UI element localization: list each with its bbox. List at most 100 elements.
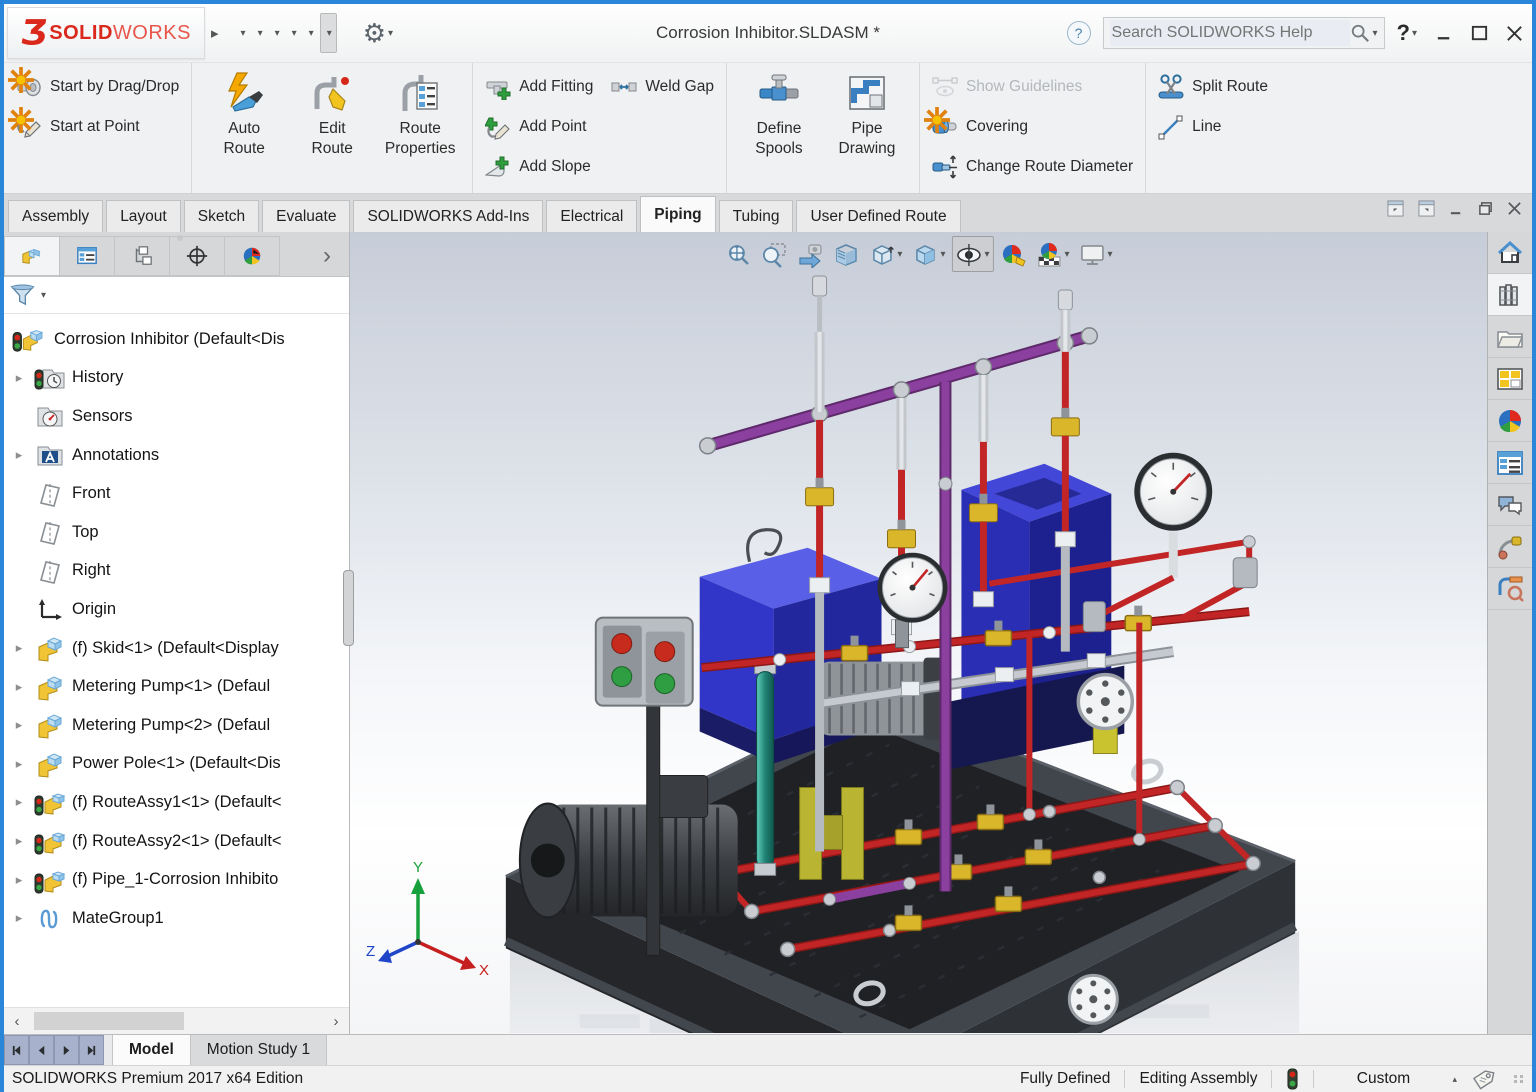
doc-minimize-icon[interactable] — [1449, 201, 1464, 216]
search-icon[interactable] — [1350, 23, 1370, 43]
tab-piping[interactable]: Piping — [640, 196, 715, 232]
pipe-drawing-button[interactable]: Pipe Drawing — [823, 67, 911, 159]
auto-route-button[interactable]: Auto Route — [200, 67, 288, 159]
pane-next-icon[interactable] — [1418, 200, 1435, 217]
rebuild-button[interactable] — [339, 14, 347, 52]
tab-electrical[interactable]: Electrical — [546, 200, 637, 232]
doc-close-icon[interactable] — [1507, 201, 1522, 216]
model-pressure-gauge-1[interactable] — [878, 553, 948, 648]
split-route-button[interactable]: Split Route — [1154, 67, 1272, 107]
caret-icon[interactable]: ▾ — [275, 28, 280, 39]
add-fitting-button[interactable]: Add Fitting — [485, 74, 593, 100]
view-orientation-button[interactable]: ▾ — [865, 237, 905, 271]
file-explorer-button[interactable] — [1488, 316, 1532, 358]
zoom-to-area-button[interactable] — [757, 237, 790, 271]
resources-home-button[interactable] — [1488, 232, 1532, 274]
select-tool-button[interactable]: ▾ — [320, 13, 337, 53]
weld-gap-button[interactable]: Weld Gap — [611, 74, 714, 100]
tree-item-root-assembly[interactable]: Corrosion Inhibitor (Default<Dis — [4, 320, 349, 359]
solidworks-forum-button[interactable] — [1488, 484, 1532, 526]
start-at-point-button[interactable]: Start at Point — [12, 107, 183, 147]
options-button[interactable]: ⚙ ▾ — [359, 14, 397, 52]
tree-item-sensors[interactable]: ▸ Sensors — [4, 397, 349, 436]
expand-arrow-icon[interactable]: ▸ — [4, 640, 34, 656]
last-tab-button[interactable] — [79, 1035, 104, 1065]
tab-dimxpertmanager[interactable] — [170, 236, 225, 276]
display-style-button[interactable]: ▾ — [908, 237, 948, 271]
help-menu[interactable]: ?▾ — [1397, 20, 1417, 46]
tab-propertymanager[interactable] — [60, 236, 115, 276]
caret-icon[interactable]: ▾ — [1065, 249, 1070, 260]
view-palette-button[interactable] — [1488, 358, 1532, 400]
tree-item-origin[interactable]: ▸ Origin — [4, 590, 349, 629]
expand-arrow-icon[interactable]: ▸ — [4, 833, 34, 849]
tree-item-history[interactable]: ▸ History — [4, 359, 349, 398]
model-motor-left[interactable] — [520, 776, 738, 918]
first-tab-button[interactable] — [4, 1035, 29, 1065]
maximize-button[interactable] — [1470, 24, 1489, 43]
close-button[interactable] — [1505, 24, 1524, 43]
caret-icon[interactable]: ▾ — [292, 28, 297, 39]
view-settings-button[interactable]: ▾ — [1076, 237, 1116, 271]
next-tab-button[interactable] — [54, 1035, 79, 1065]
tree-item-skid[interactable]: ▸ (f) Skid<1> (Default<Display — [4, 629, 349, 668]
panel-expand-arrow[interactable]: › — [305, 236, 349, 276]
caret-icon[interactable]: ▾ — [327, 28, 332, 39]
tree-item-metering-pump-2[interactable]: ▸ Metering Pump<2> (Defaul — [4, 706, 349, 745]
scroll-left-icon[interactable]: ‹ — [4, 1013, 30, 1030]
expand-arrow-icon[interactable]: ▸ — [4, 910, 34, 926]
start-by-dragdrop-button[interactable]: Start by Drag/Drop — [12, 67, 183, 107]
tree-item-pipe1[interactable]: ▸ (f) Pipe_1-Corrosion Inhibito — [4, 860, 349, 899]
caret-icon[interactable]: ▾ — [940, 249, 945, 260]
line-button[interactable]: Line — [1154, 107, 1272, 147]
tree-item-metering-pump-1[interactable]: ▸ Metering Pump<1> (Defaul — [4, 667, 349, 706]
tree-item-right-plane[interactable]: ▸ Right — [4, 552, 349, 591]
add-slope-button[interactable]: Add Slope — [481, 147, 718, 187]
print-button[interactable]: ▾ — [286, 14, 301, 52]
routing-library-button[interactable] — [1488, 526, 1532, 568]
graphics-viewport[interactable]: ▾ ▾ ▾ ▾ ▾ — [350, 232, 1487, 1034]
quick-tip-icon[interactable]: ? — [1067, 21, 1091, 45]
tab-assembly[interactable]: Assembly — [8, 200, 103, 232]
tab-featuremanager[interactable] — [4, 236, 60, 276]
save-button[interactable]: ▾ — [269, 14, 284, 52]
model-teal-column[interactable] — [755, 662, 776, 876]
caret-icon[interactable]: ▾ — [41, 290, 46, 301]
caret-icon[interactable]: ▾ — [241, 28, 246, 39]
help-icon[interactable]: ? — [1397, 20, 1410, 46]
scrollbar-thumb[interactable] — [34, 1012, 184, 1030]
caret-icon[interactable]: ▾ — [984, 249, 989, 260]
tree-item-top-plane[interactable]: ▸ Top — [4, 513, 349, 552]
config-tag-icon[interactable] — [1471, 1069, 1496, 1090]
routing-tools-button[interactable] — [1488, 568, 1532, 610]
change-route-diameter-button[interactable]: Change Route Diameter — [928, 147, 1137, 187]
tab-solidworks-add-ins[interactable]: SOLIDWORKS Add-Ins — [353, 200, 543, 232]
tree-item-annotations[interactable]: ▸ Annotations — [4, 436, 349, 475]
tab-model[interactable]: Model — [112, 1035, 191, 1065]
caret-icon[interactable]: ▾ — [388, 28, 393, 39]
apply-scene-button[interactable]: ▾ — [1033, 237, 1073, 271]
tab-sketch[interactable]: Sketch — [184, 200, 259, 232]
panel-splitter[interactable] — [343, 570, 354, 646]
edit-appearance-button[interactable] — [997, 237, 1030, 271]
route-properties-button[interactable]: Route Properties — [376, 67, 464, 159]
tab-displaymanager[interactable] — [225, 236, 280, 276]
previous-view-button[interactable] — [793, 237, 826, 271]
tab-configurationmanager[interactable] — [115, 236, 170, 276]
pane-previous-icon[interactable] — [1387, 200, 1404, 217]
section-view-button[interactable] — [829, 237, 862, 271]
filter-funnel-icon[interactable] — [10, 283, 35, 308]
tree-item-front-plane[interactable]: ▸ Front — [4, 474, 349, 513]
expand-arrow-icon[interactable]: ▸ — [4, 447, 34, 463]
toolbar-flyout-arrow[interactable]: ▸ — [211, 24, 219, 42]
tab-motion-study-1[interactable]: Motion Study 1 — [191, 1035, 327, 1065]
caret-icon[interactable]: ▾ — [1412, 28, 1417, 39]
search-input[interactable] — [1110, 20, 1351, 46]
resize-grip[interactable] — [1514, 1075, 1524, 1083]
covering-button[interactable]: Covering — [928, 107, 1137, 147]
edit-route-button[interactable]: Edit Route — [288, 67, 376, 159]
scroll-right-icon[interactable]: › — [323, 1013, 349, 1030]
tree-item-routeassy2[interactable]: ▸ (f) RouteAssy2<1> (Default< — [4, 822, 349, 861]
open-document-button[interactable]: ▾ — [252, 14, 267, 52]
add-point-button[interactable]: Add Point — [481, 107, 718, 147]
